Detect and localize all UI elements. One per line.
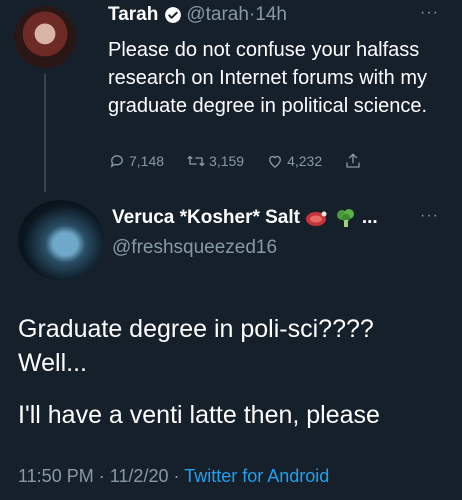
share-icon — [346, 153, 360, 168]
like-button[interactable]: 4,232 — [266, 152, 322, 170]
tweet-text: Please do not confuse your halfass resea… — [108, 39, 428, 117]
tweet-source-link[interactable]: Twitter for Android — [184, 466, 329, 486]
separator: · — [173, 466, 180, 486]
tweet-actions: 7,148 3,159 4,232 — [108, 152, 387, 170]
avatar[interactable] — [14, 6, 76, 68]
author-handle[interactable]: @freshsqueezed16 — [112, 237, 277, 259]
thread-line — [44, 74, 46, 192]
retweet-icon — [187, 155, 205, 167]
reply-icon — [110, 155, 123, 168]
tweet-header: Tarah @tarah · 14h — [108, 4, 287, 26]
verified-badge-icon — [164, 6, 182, 24]
tweet-line: Well... — [18, 349, 87, 377]
reply-button[interactable]: 7,148 — [108, 152, 164, 170]
tweet-text: Graduate degree in poli-sci???? Well... … — [18, 312, 448, 432]
retweet-count: 3,159 — [209, 153, 245, 169]
share-button[interactable] — [344, 152, 365, 170]
tweet-metadata: 11:50 PM · 11/2/20 · Twitter for Android — [18, 466, 329, 487]
tweet-time[interactable]: 11:50 PM — [18, 466, 94, 486]
tweet-time[interactable]: 14h — [255, 4, 287, 26]
author-name[interactable]: Veruca *Kosher* Salt — [112, 207, 300, 228]
more-options-icon[interactable]: ··· — [420, 4, 439, 22]
name-ellipsis: ... — [361, 207, 378, 228]
tweet-line: Graduate degree in poli-sci???? — [18, 315, 374, 343]
heart-icon — [269, 155, 282, 168]
original-tweet: Tarah @tarah · 14h ··· Please do not con… — [0, 0, 462, 200]
meat-emoji-icon — [306, 211, 327, 226]
tweet-header: Veruca *Kosher* Salt ... — [112, 207, 378, 229]
broccoli-emoji-icon — [336, 208, 354, 227]
retweet-button[interactable]: 3,159 — [186, 152, 244, 170]
tweet-date[interactable]: 11/2/20 — [110, 466, 169, 486]
like-count: 4,232 — [287, 153, 323, 169]
author-handle[interactable]: @tarah — [186, 4, 249, 26]
more-options-icon[interactable]: ··· — [420, 207, 439, 225]
author-name[interactable]: Tarah — [108, 4, 158, 26]
tweet-line: I'll have a venti latte then, please — [18, 401, 380, 429]
reply-count: 7,148 — [129, 153, 165, 169]
avatar[interactable] — [18, 200, 104, 280]
separator: · — [98, 466, 105, 486]
